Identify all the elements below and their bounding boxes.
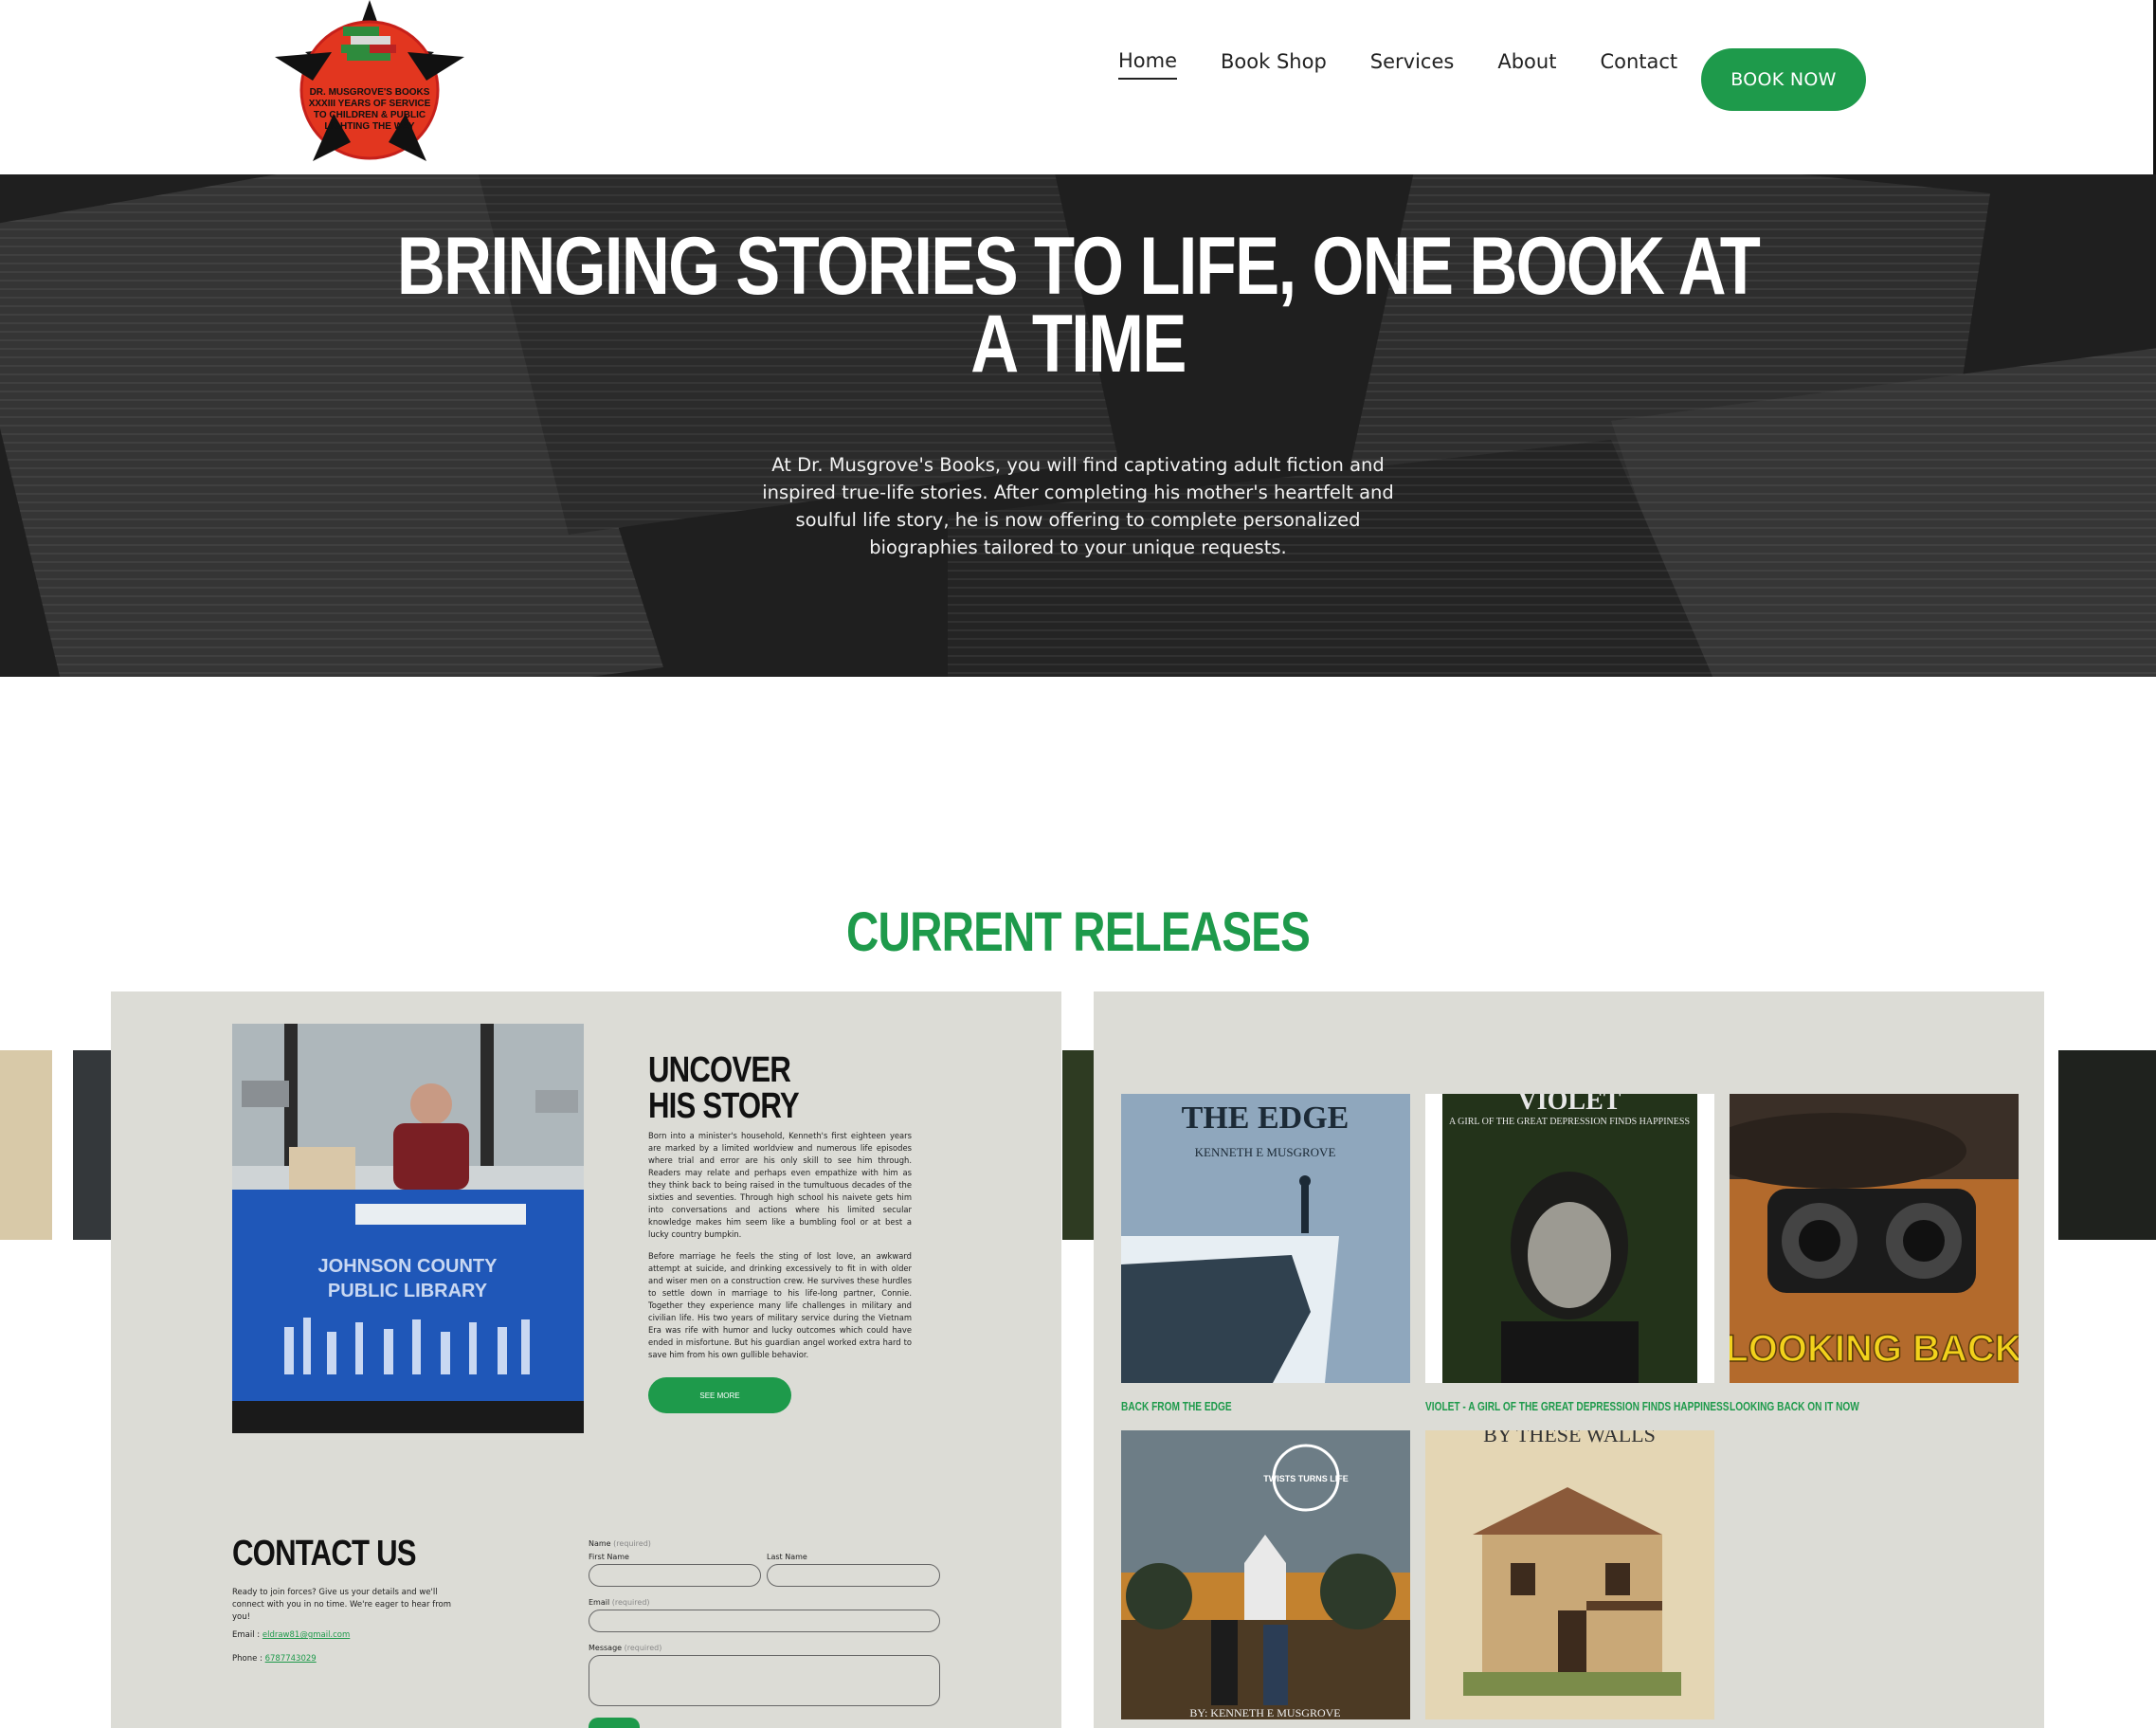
looking-back-cover-title: LOOKING BACK xyxy=(1730,1328,2019,1370)
logo-line-3: TO CHILDREN & PUBLIC xyxy=(314,110,426,120)
contact-text: Ready to join forces? Give us your detai… xyxy=(232,1588,451,1622)
violet-cover-subtitle: A GIRL OF THE GREAT DEPRESSION FINDS HAP… xyxy=(1449,1117,1690,1127)
walls-cover-title: BY THESE WALLS xyxy=(1483,1430,1656,1446)
last-name-label: Last Name xyxy=(767,1553,807,1561)
book-caption-1[interactable]: BACK FROM THE EDGE xyxy=(1121,1399,1347,1413)
carousel-peek-center[interactable] xyxy=(1062,1050,1094,1240)
hero-title: BRINGING STORIES TO LIFE, ONE BOOK AT A … xyxy=(194,221,1963,390)
contact-phone-link[interactable]: 6787743029 xyxy=(265,1654,317,1664)
book-card-by-these-walls[interactable]: BY THESE WALLS xyxy=(1425,1423,1714,1728)
email-required: (required) xyxy=(611,1598,650,1607)
first-name-label: First Name xyxy=(589,1553,629,1561)
book-card-violet[interactable]: VIOLET A GIRL OF THE GREAT DEPRESSION FI… xyxy=(1425,1086,1730,1413)
book-cover-twists-turns[interactable]: TWISTS TURNS LIFE BY: KENNETH E MUSGROVE xyxy=(1121,1430,1410,1719)
book-cover-by-these-walls[interactable]: BY THESE WALLS xyxy=(1425,1423,1714,1719)
message-input[interactable] xyxy=(589,1655,940,1706)
nav-contact[interactable]: Contact xyxy=(1600,50,1677,79)
message-label: Message (required) xyxy=(589,1644,661,1652)
first-name-input[interactable] xyxy=(589,1564,761,1587)
site-logo[interactable]: DR. MUSGROVE'S BOOKS XXXIII YEARS OF SER… xyxy=(275,0,464,169)
email-label-text: Email xyxy=(589,1598,610,1607)
book-now-button[interactable]: BOOK NOW xyxy=(1701,48,1866,111)
hero-title-line-1: BRINGING STORIES TO LIFE, ONE BOOK AT xyxy=(396,221,1761,312)
nav-services[interactable]: Services xyxy=(1370,50,1455,79)
nav-book-shop[interactable]: Book Shop xyxy=(1221,50,1327,79)
page: DR. MUSGROVE'S BOOKS XXXIII YEARS OF SER… xyxy=(0,0,2156,1728)
hero-section: BRINGING STORIES TO LIFE, ONE BOOK AT A … xyxy=(0,174,2156,677)
contact-phone-line: Phone : 6787743029 xyxy=(232,1654,317,1664)
see-more-button[interactable]: SEE MORE xyxy=(648,1377,791,1413)
story-paragraph-1: Born into a minister's household, Kennet… xyxy=(648,1131,912,1239)
hero-description: At Dr. Musgrove's Books, you will find c… xyxy=(762,454,1394,558)
email-label: Email (required) xyxy=(589,1598,650,1607)
carousel-slide-books[interactable]: THE EDGE KENNETH E MUSGROVE BACK FROM TH… xyxy=(1094,991,2044,1728)
message-label-text: Message xyxy=(589,1644,623,1652)
name-label: Name (required) xyxy=(589,1539,651,1548)
name-label-text: Name xyxy=(589,1539,611,1548)
book-card-back-from-the-edge[interactable]: THE EDGE KENNETH E MUSGROVE BACK FROM TH… xyxy=(1121,1094,1410,1413)
photo-banner-line-2: PUBLIC LIBRARY xyxy=(328,1281,488,1301)
carousel-peek-left-2[interactable] xyxy=(73,1050,111,1240)
carousel-peek-right[interactable] xyxy=(2058,1050,2156,1240)
story-title: UNCOVER HIS STORY xyxy=(648,1050,800,1126)
logo-line-2: XXXIII YEARS OF SERVICE xyxy=(309,99,431,109)
hero-title-line-2: A TIME xyxy=(970,299,1187,390)
story-body: Born into a minister's household, Kennet… xyxy=(648,1130,912,1371)
carousel-slide-story[interactable]: JOHNSON COUNTY PUBLIC LIBRARY UNCOVER HI… xyxy=(111,991,1061,1728)
contact-title: CONTACT US xyxy=(232,1534,417,1573)
contact-phone-label: Phone : xyxy=(232,1654,265,1664)
book-card-twists-turns[interactable]: TWISTS TURNS LIFE BY: KENNETH E MUSGROVE xyxy=(1121,1430,1410,1728)
book-caption-3[interactable]: LOOKING BACK ON IT NOW xyxy=(1730,1399,1955,1413)
submit-button[interactable] xyxy=(589,1718,640,1728)
edge-cover-author: KENNETH E MUSGROVE xyxy=(1195,1145,1336,1159)
book-caption-2[interactable]: VIOLET - A GIRL OF THE GREAT DEPRESSION … xyxy=(1425,1399,1730,1413)
email-input[interactable] xyxy=(589,1610,940,1632)
violet-cover-title: VIOLET xyxy=(1518,1094,1622,1116)
carousel-peek-left-1[interactable] xyxy=(0,1050,52,1240)
contact-email-line: Email : eldraw81@gmail.com xyxy=(232,1630,350,1640)
book-cover-looking-back[interactable]: LOOKING BACK xyxy=(1701,1094,2023,1383)
contact-email-label: Email : xyxy=(232,1630,263,1640)
current-releases-title: CURRENT RELEASES xyxy=(846,901,1311,963)
logo-line-4: LIGHTING THE WAY xyxy=(324,121,415,132)
nav-home[interactable]: Home xyxy=(1118,49,1178,80)
contact-email-link[interactable]: eldraw81@gmail.com xyxy=(263,1630,350,1640)
photo-banner-line-1: JOHNSON COUNTY xyxy=(318,1256,498,1277)
book-cover-the-edge[interactable]: THE EDGE KENNETH E MUSGROVE xyxy=(1121,1094,1410,1383)
main-nav: Home Book Shop Services About Contact xyxy=(1118,49,1721,80)
twists-cover-author: BY: KENNETH E MUSGROVE xyxy=(1189,1706,1340,1719)
author-photo: JOHNSON COUNTY PUBLIC LIBRARY xyxy=(232,1024,584,1433)
message-required: (required) xyxy=(624,1644,662,1652)
site-header: DR. MUSGROVE'S BOOKS XXXIII YEARS OF SER… xyxy=(0,0,2156,174)
book-cover-violet[interactable]: VIOLET A GIRL OF THE GREAT DEPRESSION FI… xyxy=(1425,1086,1714,1383)
story-paragraph-2: Before marriage he feels the sting of lo… xyxy=(648,1251,912,1359)
twists-cover-title: TWISTS TURNS LIFE xyxy=(1263,1474,1349,1483)
edge-cover-title: THE EDGE xyxy=(1182,1100,1350,1136)
logo-line-1: DR. MUSGROVE'S BOOKS xyxy=(310,87,430,98)
nav-about[interactable]: About xyxy=(1497,50,1556,79)
name-required: (required) xyxy=(613,1539,651,1548)
book-card-looking-back[interactable]: LOOKING BACK LOOKING BACK ON IT NOW xyxy=(1701,1094,2023,1413)
last-name-input[interactable] xyxy=(767,1564,940,1587)
